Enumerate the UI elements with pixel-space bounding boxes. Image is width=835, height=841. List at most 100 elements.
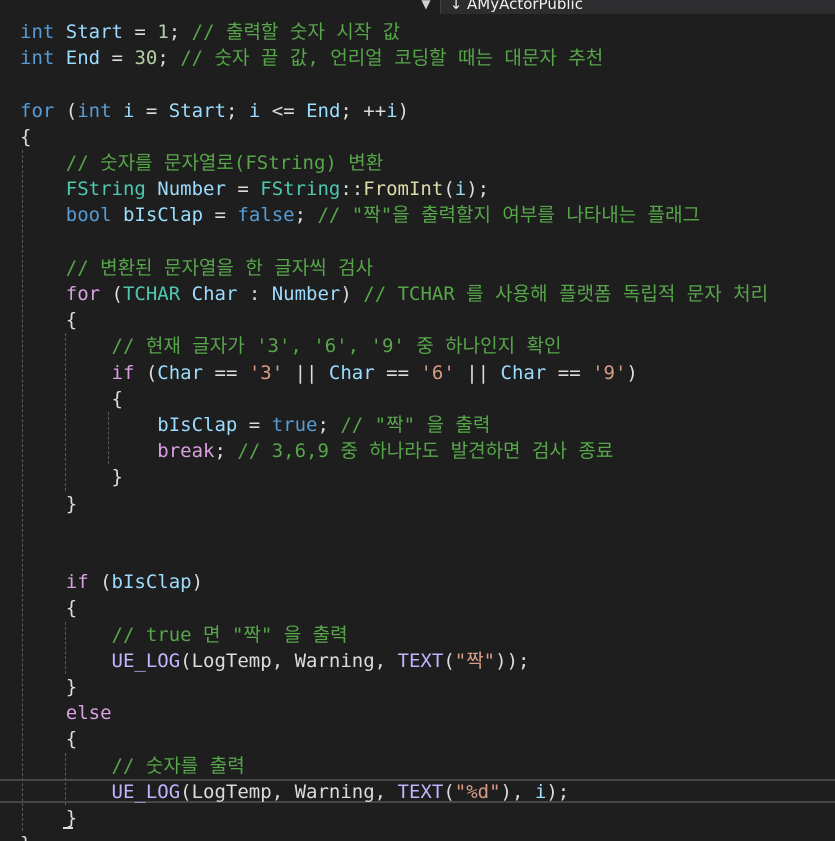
code-token: // "짝" 을 출력 [340,414,491,436]
code-token: = [134,99,169,122]
code-token: ), [500,780,535,803]
code-token: { [20,125,32,148]
code-token: ( [443,649,455,672]
code-token: ) [340,283,364,305]
indent-guide [65,621,66,674]
code-token: } [20,807,78,829]
code-line[interactable]: if (bIsClap) [20,569,203,595]
code-line[interactable]: } [20,831,31,841]
code-token: ( [443,178,455,201]
code-token: ( [88,571,112,594]
code-line[interactable]: { [20,595,77,621]
code-line[interactable]: else [20,700,112,726]
code-token: if [65,571,89,594]
code-token: End [65,47,101,70]
code-token: break [157,440,215,463]
code-editor[interactable]: ▼ ↓ AMyActorPublic int Start = 1; // 출력할 … [0,0,835,841]
code-token: '9' [592,361,627,384]
code-token: } [20,466,123,489]
code-line[interactable]: // 현재 글자가 '3', '6', '9' 중 하나인지 확인 [20,333,562,359]
code-line[interactable]: { [20,124,31,150]
code-token: } [20,492,78,515]
code-token: ( [443,780,455,803]
code-line[interactable]: // 변환된 문자열을 한 글자씩 검사 [20,255,373,281]
code-token: : [237,283,272,305]
code-line[interactable]: // 숫자를 문자열로(FString) 변환 [20,150,383,176]
code-token: = [203,204,238,227]
code-token: 30 [134,47,158,70]
code-token: i [534,780,547,803]
code-token: Number [157,178,226,201]
code-token: == [546,361,593,384]
code-line[interactable]: UE_LOG(LogTemp, Warning, TEXT("%d"), i); [20,779,570,805]
member-dropdown-label: AMyActorPublic [467,0,583,13]
code-line[interactable]: for (TCHAR Char : Number) // TCHAR 를 사용해… [20,281,768,307]
code-token: int [20,21,55,43]
caret-down-icon[interactable]: ▼ [416,0,436,14]
code-token: ); [546,780,570,803]
code-token: TEXT [397,780,444,803]
code-token: ; [294,204,318,227]
code-line[interactable]: { [20,307,77,333]
code-token: i [248,99,261,122]
code-line[interactable]: UE_LOG(LogTemp, Warning, TEXT("짝")); [20,648,530,674]
code-token: if [111,361,135,384]
code-line[interactable]: bool bIsClap = false; // "짝"을 출력할지 여부를 나… [20,202,700,228]
code-token: bIsClap [122,204,204,227]
code-token: Number [271,283,341,305]
code-line[interactable]: // true 면 "짝" 을 출력 [20,622,348,648]
code-line[interactable]: int End = 30; // 숫자 끝 값, 언리얼 코딩할 때는 대문자 … [20,45,603,71]
code-token: for [65,283,101,305]
code-token: i [386,99,398,122]
code-line[interactable]: // 숫자를 출력 [20,753,245,779]
code-line[interactable]: } [20,491,77,517]
code-token: i [454,178,467,201]
code-token: ) [191,571,204,594]
code-line[interactable]: for (int i = Start; i <= End; ++i) [20,98,409,124]
code-line[interactable]: bIsClap = true; // "짝" 을 출력 [20,412,490,438]
code-line[interactable]: if (Char == '3' || Char == '6' || Char =… [20,360,638,386]
code-token: UE_LOG [111,780,181,803]
code-token: // 숫자 끝 값, 언리얼 코딩할 때는 대문자 추천 [180,47,604,70]
code-token: TEXT [397,649,444,672]
code-token: 1 [157,21,169,43]
code-token: false [237,204,295,227]
code-token: ( [180,649,192,672]
code-token: Start [168,99,226,122]
code-line[interactable]: } [20,464,123,490]
code-token: { [20,309,78,332]
code-line[interactable]: { [20,386,123,412]
code-line[interactable]: { [20,726,77,752]
code-line[interactable]: int Start = 1; // 출력할 숫자 시작 값 [20,19,400,45]
code-token: // 3,6,9 중 하나라도 발견하면 검사 종료 [237,440,614,463]
code-token: Warning [294,780,375,803]
code-token: ; [317,414,341,436]
code-line[interactable]: } [20,674,77,700]
code-line[interactable]: FString Number = FString::FromInt(i); [20,176,489,202]
code-token: for [20,99,55,122]
arrow-down-icon: ↓ [449,0,463,13]
member-dropdown[interactable]: ↓ AMyActorPublic [440,0,835,14]
text-caret [63,827,73,829]
code-token: == [374,361,421,384]
code-token: { [20,728,78,751]
indent-guide [65,333,66,491]
code-token: } [20,676,78,698]
code-token: // "짝"을 출력할지 여부를 나타내는 플래그 [317,204,701,227]
code-token: = [122,21,158,43]
code-token: "%d" [454,780,501,803]
code-token: true [271,414,318,436]
code-token: // 출력할 숫자 시작 값 [191,21,401,43]
code-token: || [283,361,329,384]
code-token: ; ++ [340,99,387,122]
code-token: bIsClap [111,571,192,594]
